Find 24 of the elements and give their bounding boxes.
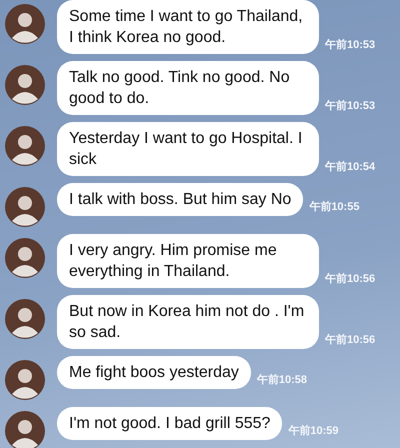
avatar	[5, 4, 45, 44]
avatar	[5, 411, 45, 448]
message-bubble: Yesterday I want to go Hospital. I sick	[57, 122, 319, 176]
avatar	[5, 126, 45, 166]
avatar	[5, 65, 45, 105]
message-bubble: I'm not good. I bad grill 555?	[57, 407, 282, 440]
avatar	[5, 360, 45, 400]
message-time: 午前10:55	[309, 200, 360, 214]
message-time: 午前10:54	[325, 160, 376, 174]
message-time: 午前10:59	[288, 424, 339, 438]
message-bubble: I very angry. Him promise me everything in Thailand.	[57, 234, 319, 288]
avatar	[5, 238, 45, 278]
message-bubble: But now in Korea him not do . I'm so sad.	[57, 295, 319, 349]
message-bubble: I talk with boss. But him say No	[57, 183, 304, 216]
message-time: 午前10:56	[325, 332, 376, 347]
avatar	[5, 187, 45, 227]
message-time: 午前10:53	[325, 38, 376, 52]
message-time: 午前10:58	[256, 372, 308, 387]
message-bubble: Talk no good. Tink no good. No good to do.	[57, 61, 319, 115]
message-time: 午前10:53	[325, 98, 376, 113]
avatar	[5, 299, 45, 339]
message-bubble: Some time I want to go Thailand, I think Korea no good.	[57, 0, 319, 54]
message-bubble: Me fight boos yesterday	[57, 356, 251, 389]
message-time: 午前10:56	[325, 272, 376, 286]
